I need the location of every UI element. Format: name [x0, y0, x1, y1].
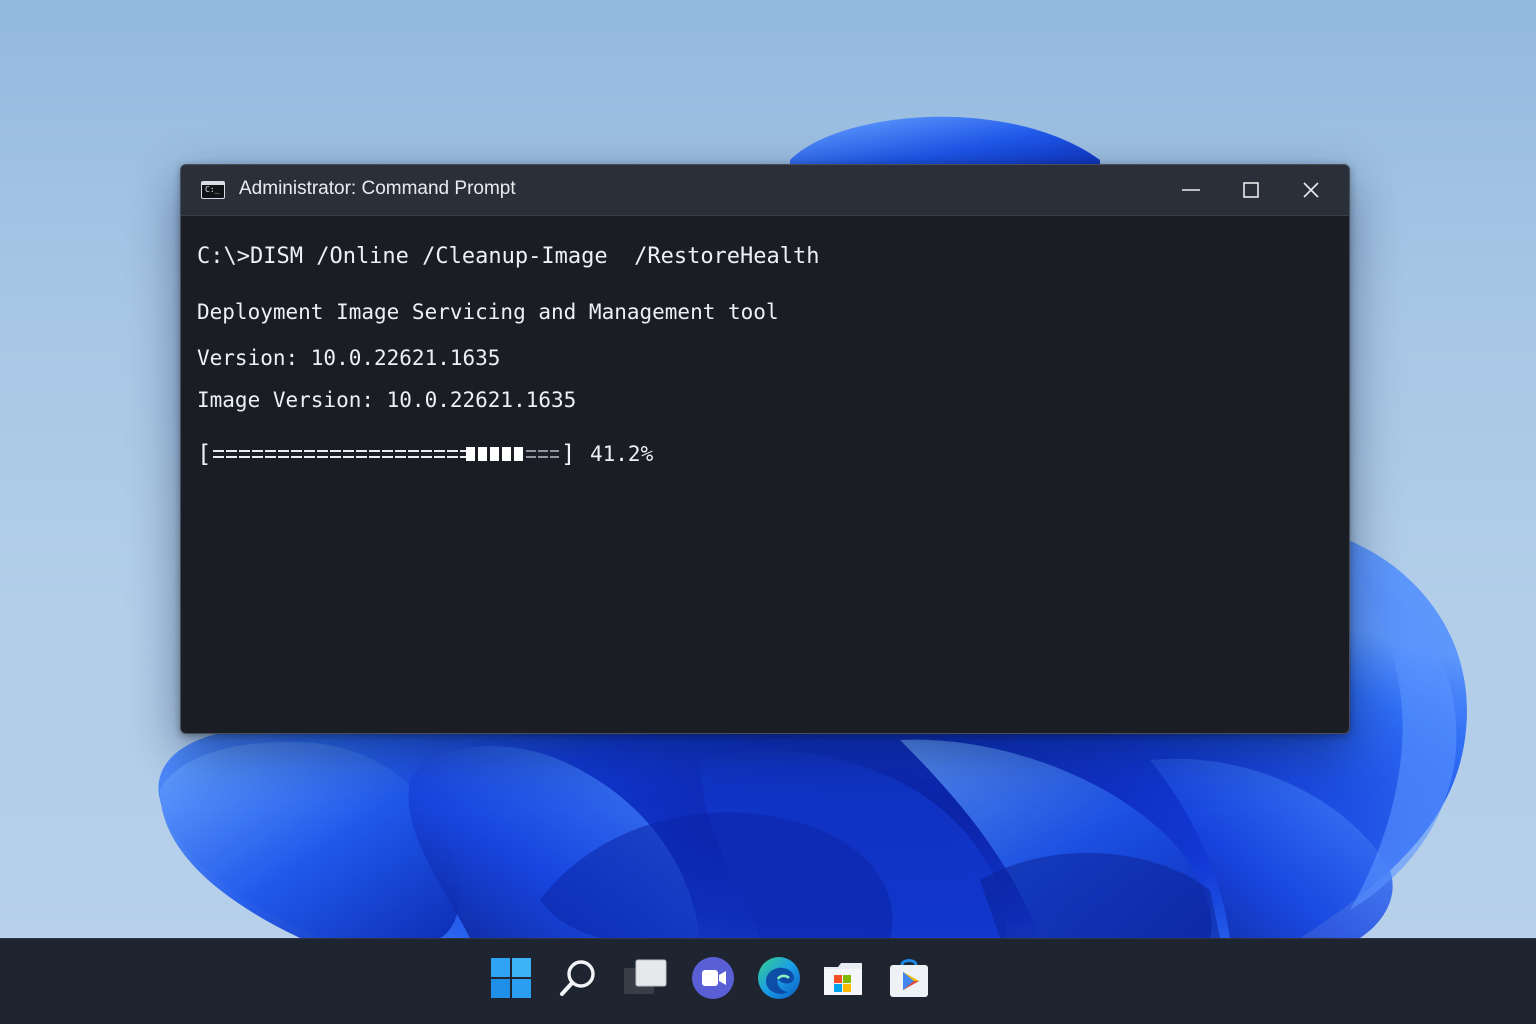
command-prompt-icon-glyph: C:_: [205, 185, 220, 194]
search-button[interactable]: [556, 955, 602, 1001]
console-output[interactable]: C:\>DISM /Online /Cleanup-Image /Restore…: [197, 215, 1333, 733]
taskbar: [0, 938, 1536, 1024]
progress-bracket-close: ]: [561, 440, 576, 468]
progress-bar: [213, 446, 559, 462]
video-camera-icon: [692, 957, 734, 999]
window-titlebar[interactable]: C:_ Administrator: Command Prompt: [181, 165, 1349, 216]
folder-icon: [824, 963, 862, 995]
window-title: Administrator: Command Prompt: [239, 178, 516, 199]
start-button[interactable]: [488, 955, 534, 1001]
minimize-button[interactable]: [1161, 165, 1221, 215]
progress-line: [ ] 41.2%: [197, 439, 653, 469]
task-view-icon: [624, 959, 667, 994]
close-button[interactable]: [1281, 165, 1341, 215]
close-icon: [1303, 182, 1319, 198]
desktop: C:_ Administrator: Command Prompt C:\>DI…: [0, 0, 1536, 1024]
progress-done-segment: [213, 446, 466, 462]
edge-button[interactable]: [756, 955, 802, 1001]
store-button[interactable]: [886, 955, 932, 1001]
file-explorer-button[interactable]: [820, 955, 866, 1001]
command-prompt-icon: C:_: [201, 181, 225, 199]
store-bag-icon: [890, 959, 928, 997]
edge-browser-icon: [758, 957, 800, 999]
image-version-line: Image Version: 10.0.22621.1635: [197, 388, 577, 412]
progress-bracket-open: [: [197, 440, 212, 468]
command-line: C:\>DISM /Online /Cleanup-Image /Restore…: [197, 244, 820, 269]
progress-remaining-segment: [526, 446, 559, 462]
command-prompt-window[interactable]: C:_ Administrator: Command Prompt C:\>DI…: [180, 164, 1350, 734]
version-line: Version: 10.0.22621.1635: [197, 346, 501, 370]
maximize-icon: [1243, 182, 1259, 198]
minimize-icon: [1182, 189, 1200, 191]
teams-chat-button[interactable]: [690, 955, 736, 1001]
progress-active-segment: [466, 447, 526, 461]
task-view-button[interactable]: [622, 955, 668, 1001]
progress-percent: 41.2%: [590, 442, 654, 466]
windows-logo-icon: [491, 958, 531, 998]
search-icon: [560, 960, 595, 996]
tool-name-line: Deployment Image Servicing and Managemen…: [197, 300, 779, 324]
maximize-button[interactable]: [1221, 165, 1281, 215]
